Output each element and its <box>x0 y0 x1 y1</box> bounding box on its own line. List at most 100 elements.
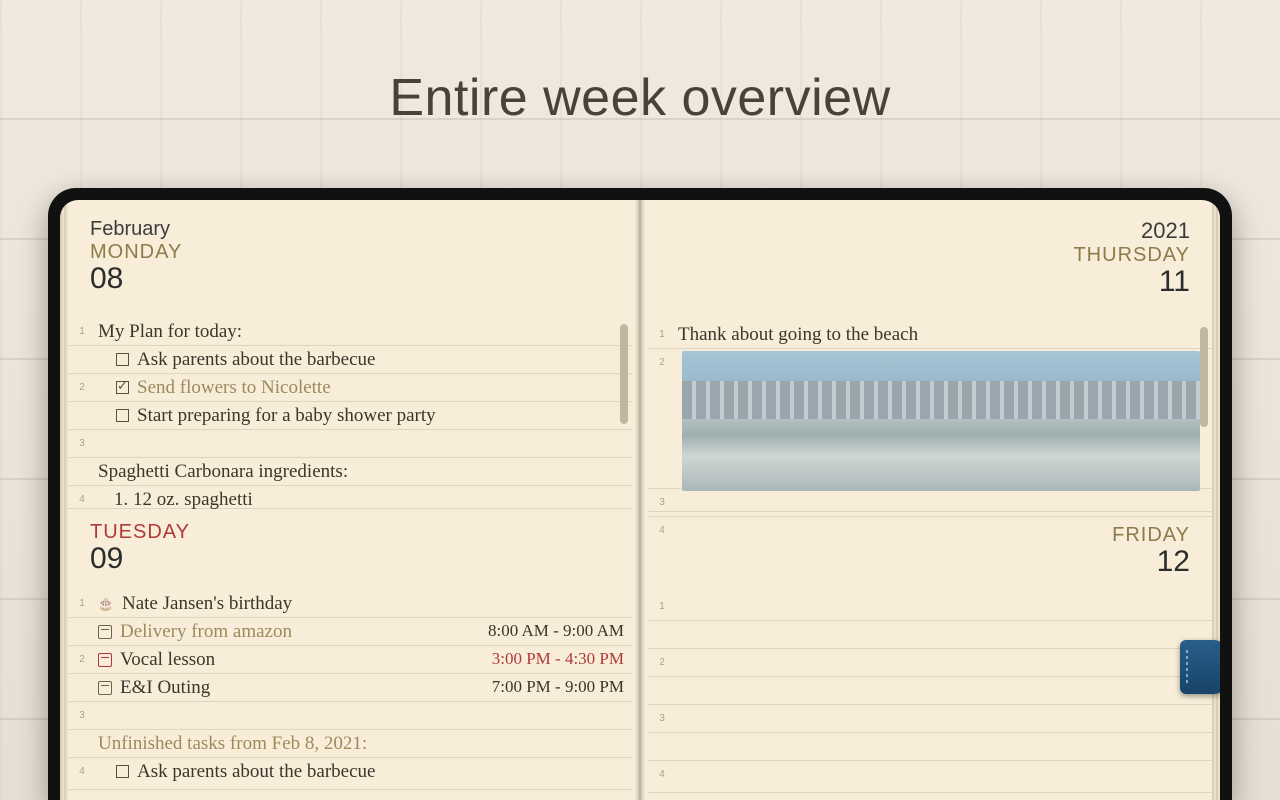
checkbox-icon[interactable] <box>116 353 129 366</box>
row-content[interactable] <box>676 593 1212 620</box>
row-content[interactable] <box>676 649 1212 676</box>
row-content[interactable]: Start preparing for a baby shower party <box>96 402 632 429</box>
day-monday[interactable]: February MONDAY 08 1My Plan for today:As… <box>68 200 632 509</box>
row-content[interactable] <box>676 677 1212 704</box>
page-title: Entire week overview <box>0 68 1280 128</box>
row-content[interactable]: My Plan for today: <box>96 318 632 345</box>
row-number <box>648 677 676 685</box>
planner-frame: February MONDAY 08 1My Plan for today:As… <box>48 188 1232 800</box>
row-number: 3 <box>648 489 676 508</box>
entry-row[interactable]: 2Vocal lesson3:00 PM - 4:30 PM <box>68 645 632 673</box>
entry-row[interactable]: 3 <box>648 488 1212 516</box>
row-content[interactable] <box>96 702 632 729</box>
entry-text: Spaghetti Carbonara ingredients: <box>98 461 348 483</box>
entry-row[interactable]: 41. 12 oz. spaghetti <box>68 485 632 513</box>
row-number: 4 <box>68 758 96 777</box>
row-number <box>68 346 96 354</box>
row-content[interactable]: Ask parents about the barbecue <box>96 346 632 373</box>
entry-row[interactable]: 3 <box>68 429 632 457</box>
checkbox-icon[interactable] <box>116 381 129 394</box>
row-number: 4 <box>648 761 676 780</box>
row-content[interactable]: Ask parents about the barbecue <box>96 758 632 785</box>
row-content[interactable]: Delivery from amazon 8:00 AM - 9:00 AM <box>96 618 632 645</box>
entry-text: Start preparing for a baby shower party <box>137 405 436 427</box>
row-content[interactable]: Send flowers to Nicolette <box>96 374 632 401</box>
calendar-icon <box>98 625 112 639</box>
page-right: 2021 THURSDAY 11 1Thank about going to t… <box>640 200 1220 800</box>
entries-friday[interactable]: 1 2 3 4 <box>648 593 1212 792</box>
daynum-label: 11 <box>670 265 1190 299</box>
entry-row[interactable]: 2 <box>648 648 1212 676</box>
entry-text: Ask parents about the barbecue <box>137 761 375 783</box>
row-content[interactable]: Nate Jansen's birthday <box>96 590 632 617</box>
row-content[interactable]: Unfinished tasks from Feb 8, 2021: <box>96 730 632 757</box>
entry-text: Thank about going to the beach <box>678 324 918 346</box>
entries-monday[interactable]: 1My Plan for today: Ask parents about the… <box>68 318 632 508</box>
row-number <box>648 621 676 629</box>
beach-photo[interactable] <box>682 351 1200 491</box>
entry-row[interactable]: 4 <box>648 516 1212 544</box>
row-content[interactable]: Spaghetti Carbonara ingredients: <box>96 458 632 485</box>
entry-row[interactable]: Start preparing for a baby shower party <box>68 401 632 429</box>
row-number: 2 <box>648 349 676 368</box>
entry-row[interactable]: E&I Outing 7:00 PM - 9:00 PM <box>68 673 632 701</box>
row-content[interactable]: Vocal lesson3:00 PM - 4:30 PM <box>96 646 632 673</box>
entries-tuesday[interactable]: 1Nate Jansen's birthdayDelivery from ama… <box>68 590 632 789</box>
entry-row[interactable] <box>648 676 1212 704</box>
month-label: February <box>90 218 610 241</box>
row-number: 1 <box>648 321 676 340</box>
day-thursday[interactable]: 2021 THURSDAY 11 1Thank about going to t… <box>648 200 1212 512</box>
checkbox-icon[interactable] <box>116 765 129 778</box>
day-friday[interactable]: FRIDAY 12 1234 <box>648 512 1212 793</box>
day-header-tuesday: TUESDAY 09 <box>68 509 632 580</box>
entries-thursday[interactable]: 1Thank about going to the beach234 <box>648 321 1212 511</box>
row-number: 3 <box>68 430 96 449</box>
calendar-icon <box>98 681 112 695</box>
row-number <box>68 730 96 738</box>
bookmark-ribbon[interactable] <box>1180 640 1220 694</box>
entry-row[interactable]: 3 <box>648 704 1212 732</box>
entry-row[interactable]: 1My Plan for today: <box>68 318 632 345</box>
entry-text: Ask parents about the barbecue <box>137 349 375 371</box>
cake-icon <box>98 596 114 612</box>
entry-row[interactable]: 4 Ask parents about the barbecue <box>68 757 632 785</box>
row-content[interactable]: 1. 12 oz. spaghetti <box>96 486 632 513</box>
row-number <box>68 674 96 682</box>
entry-text: E&I Outing <box>120 677 210 699</box>
row-number <box>68 458 96 466</box>
day-header-thursday: 2021 THURSDAY 11 <box>648 200 1212 303</box>
entry-row[interactable]: 2Send flowers to Nicolette <box>68 373 632 401</box>
entry-time: 8:00 AM - 9:00 AM <box>488 621 624 641</box>
row-content[interactable] <box>96 430 632 457</box>
entry-row[interactable]: Unfinished tasks from Feb 8, 2021: <box>68 729 632 757</box>
entry-row[interactable]: Spaghetti Carbonara ingredients: <box>68 457 632 485</box>
entry-row[interactable]: 1Thank about going to the beach <box>648 321 1212 348</box>
row-content[interactable]: E&I Outing 7:00 PM - 9:00 PM <box>96 674 632 701</box>
row-content[interactable] <box>676 761 1212 788</box>
entry-text: Delivery from amazon <box>120 621 292 643</box>
row-content[interactable] <box>676 517 1212 544</box>
entry-row[interactable]: 1 <box>648 593 1212 620</box>
entry-row[interactable] <box>648 620 1212 648</box>
row-number: 1 <box>648 593 676 612</box>
entry-row[interactable]: Ask parents about the barbecue <box>68 345 632 373</box>
weekday-label: MONDAY <box>90 241 610 264</box>
row-content[interactable] <box>676 705 1212 732</box>
row-content[interactable] <box>676 733 1212 760</box>
entry-time: 3:00 PM - 4:30 PM <box>492 649 624 669</box>
entry-text: 1. 12 oz. spaghetti <box>114 489 253 511</box>
entry-row[interactable]: Delivery from amazon 8:00 AM - 9:00 AM <box>68 617 632 645</box>
day-tuesday[interactable]: TUESDAY 09 1Nate Jansen's birthdayDelive… <box>68 509 632 790</box>
checkbox-icon[interactable] <box>116 409 129 422</box>
row-number: 2 <box>68 374 96 393</box>
row-content[interactable] <box>676 489 1212 516</box>
entry-row[interactable]: 3 <box>68 701 632 729</box>
weekday-label: TUESDAY <box>90 521 610 544</box>
row-content[interactable] <box>676 621 1212 648</box>
entry-row[interactable]: 1Nate Jansen's birthday <box>68 590 632 617</box>
row-content[interactable]: Thank about going to the beach <box>676 321 1212 348</box>
entry-time: 7:00 PM - 9:00 PM <box>492 677 624 697</box>
row-number <box>68 618 96 626</box>
entry-row[interactable]: 4 <box>648 760 1212 788</box>
entry-row[interactable] <box>648 732 1212 760</box>
